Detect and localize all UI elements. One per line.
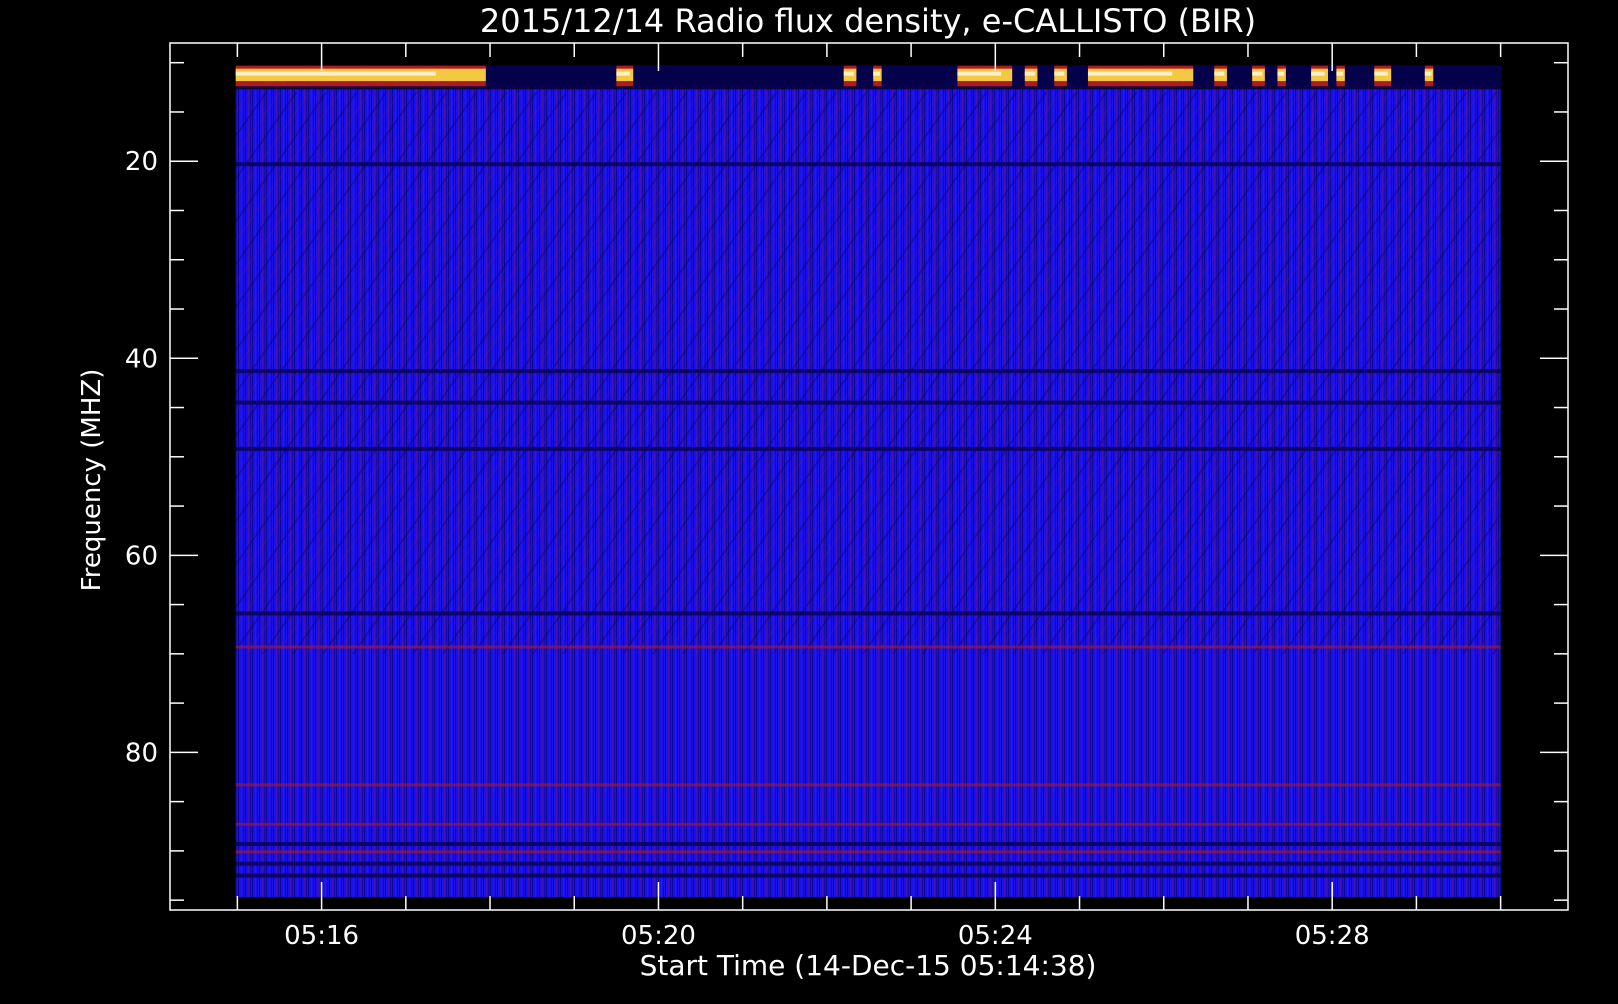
y-axis-label: Frequency (MHZ)	[77, 369, 107, 592]
spectrogram-chart: 05:16 05:20 05:24 05:28 20 40 60 80 2015/12/14 …	[0, 0, 1618, 1000]
dark-band-line	[235, 841, 1501, 846]
hot-span-peak	[957, 71, 1002, 76]
dark-band-line	[235, 873, 1501, 878]
spectrogram-image	[235, 65, 1501, 898]
hot-span-peak	[1214, 71, 1225, 76]
y-tick-label: 80	[125, 738, 158, 768]
hot-span-peak	[1374, 71, 1388, 76]
y-tick-label: 40	[125, 344, 158, 374]
chart-title: 2015/12/14 Radio flux density, e-CALLIST…	[480, 2, 1256, 40]
red-band-line	[235, 850, 1501, 854]
hot-span-peak	[616, 71, 630, 76]
dark-band-line	[235, 162, 1501, 167]
hot-band-edge	[235, 86, 1501, 90]
hot-span-peak	[1054, 71, 1065, 76]
dark-band-line	[235, 611, 1501, 616]
dark-band-line	[235, 400, 1501, 405]
x-tick-label: 05:24	[958, 921, 1033, 951]
y-tick-label: 60	[125, 541, 158, 571]
x-tick-label: 05:20	[621, 921, 696, 951]
hot-span-peak	[1252, 71, 1263, 76]
dark-band-line	[235, 861, 1501, 866]
hot-span-peak	[1024, 71, 1035, 76]
y-tick-label: 20	[125, 147, 158, 177]
hot-span-peak	[1336, 71, 1344, 76]
x-axis-label: Start Time (14-Dec-15 05:14:38)	[640, 949, 1097, 982]
hot-span-peak	[1311, 71, 1325, 76]
dark-band-line	[235, 446, 1501, 451]
hot-span-peak	[235, 71, 436, 76]
x-tick-label: 05:28	[1295, 921, 1370, 951]
hot-span-peak	[873, 71, 880, 76]
x-tick-label: 05:16	[284, 921, 359, 951]
red-band-line	[235, 645, 1501, 649]
hot-span-peak	[1277, 71, 1285, 76]
red-band-line	[235, 822, 1501, 826]
dark-band-line	[235, 369, 1501, 374]
red-band-line	[235, 783, 1501, 787]
spectrogram-svg: 05:16 05:20 05:24 05:28 20 40 60 80 2015/12/14 …	[0, 0, 1618, 1000]
hot-span-peak	[843, 71, 854, 76]
hot-span-peak	[1424, 71, 1432, 76]
hot-span-peak	[1087, 71, 1173, 76]
